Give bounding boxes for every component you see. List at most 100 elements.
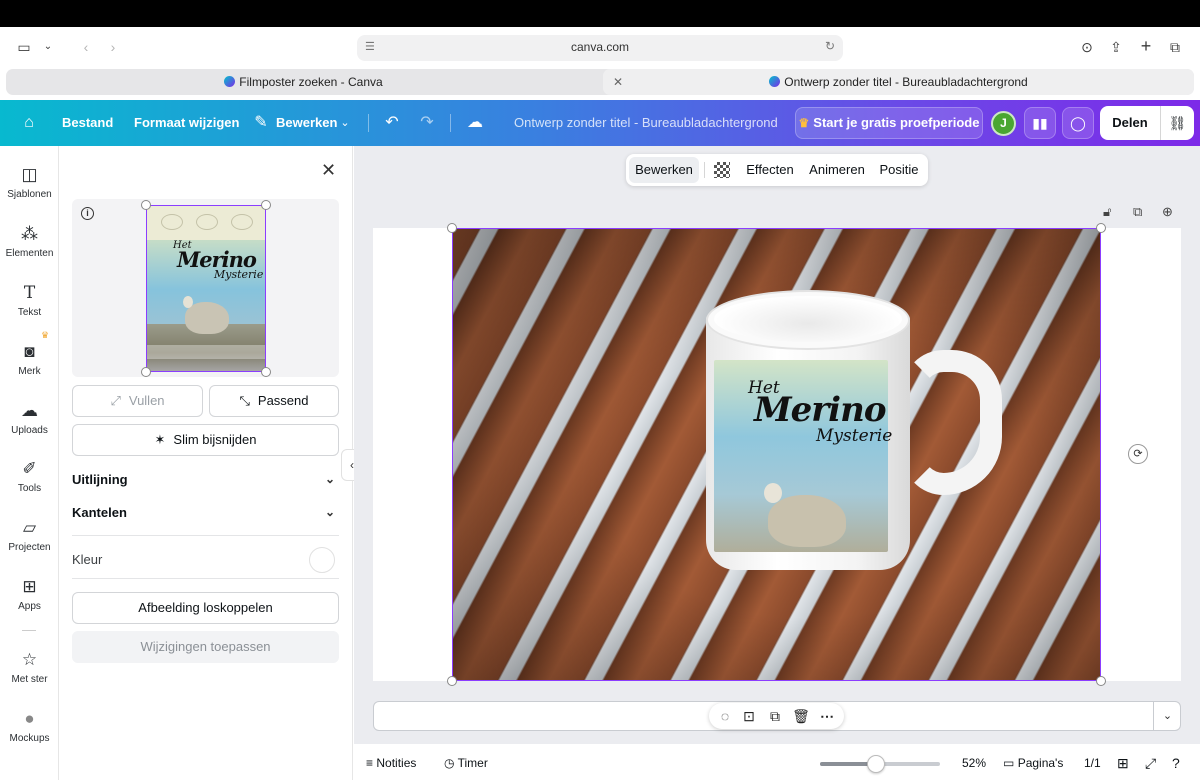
fit-button[interactable]: ⤡ Passend bbox=[209, 385, 339, 417]
apply-changes-button[interactable]: Wijzigingen toepassen bbox=[72, 631, 339, 663]
trash-icon[interactable]: 🗑︎ bbox=[789, 703, 813, 729]
detach-label: Afbeelding loskoppelen bbox=[138, 600, 273, 615]
rail-item-apps[interactable]: ⊞ Apps bbox=[0, 576, 59, 612]
mug-print-line2: Merino bbox=[754, 390, 886, 430]
rail-item-mockups[interactable]: ● Mockups bbox=[0, 708, 59, 744]
crop-handle[interactable] bbox=[141, 367, 151, 377]
tab-label: Filmposter zoeken - Canva bbox=[239, 75, 383, 89]
fullscreen-icon[interactable]: ⤢ bbox=[1145, 744, 1156, 780]
undo-icon[interactable]: ↶ bbox=[381, 112, 403, 134]
rail-item-brand[interactable]: ◙ Merk bbox=[0, 341, 59, 377]
zoom-slider-knob[interactable] bbox=[867, 755, 885, 773]
lock-icon[interactable]: 🔓︎ bbox=[1103, 204, 1111, 220]
redo-icon[interactable]: ↷ bbox=[416, 112, 438, 134]
rail-label: Tools bbox=[17, 483, 42, 494]
help-icon[interactable]: ? bbox=[1172, 744, 1180, 780]
rotate-icon[interactable]: ⟳ bbox=[1128, 444, 1148, 464]
tab-overview-icon[interactable]: ⧉ bbox=[1165, 37, 1185, 57]
design-title[interactable]: Ontwerp zonder titel - Bureaubladachterg… bbox=[514, 100, 778, 146]
analytics-button[interactable]: ▮▮ bbox=[1024, 107, 1056, 139]
rail-item-text[interactable]: T Tekst bbox=[0, 282, 59, 318]
rail-label: Projecten bbox=[8, 542, 51, 553]
chevron-down-icon[interactable]: ⌄ bbox=[38, 37, 58, 57]
selection-handle[interactable] bbox=[447, 223, 457, 233]
timer-button[interactable]: ◷ Timer bbox=[444, 744, 488, 780]
context-toolbar: Bewerken Effecten Animeren Positie bbox=[626, 154, 928, 186]
address-bar[interactable]: ☰ canva.com ↻ bbox=[357, 35, 843, 61]
close-tab-icon[interactable]: ✕ bbox=[613, 69, 623, 95]
reload-icon[interactable]: ↻ bbox=[825, 39, 835, 53]
chevron-down-icon[interactable]: ⌄ bbox=[334, 112, 356, 134]
link-icon[interactable]: ⛓ bbox=[1161, 106, 1194, 140]
transparency-icon[interactable] bbox=[714, 162, 730, 178]
edit-image-button[interactable]: Bewerken bbox=[629, 157, 699, 183]
new-tab-icon[interactable]: + bbox=[1136, 36, 1156, 56]
duplicate-icon[interactable]: ⧉ bbox=[1133, 204, 1142, 220]
add-comment-icon[interactable]: ◌ bbox=[713, 703, 737, 729]
grid-view-icon[interactable]: ⊞ bbox=[1117, 744, 1129, 780]
rail-label: Tekst bbox=[17, 307, 42, 318]
share-button-group: Delen ⛓ bbox=[1100, 106, 1194, 140]
zoom-slider[interactable] bbox=[820, 755, 940, 773]
sidebar-toggle-icon[interactable]: ▭ bbox=[14, 37, 34, 57]
browser-chrome: ▭ ⌄ ‹ › ☰ canva.com ↻ ⊙ ⇪ + ⧉ Filmposter… bbox=[0, 27, 1200, 100]
forward-icon[interactable]: › bbox=[103, 37, 123, 57]
magic-wand-icon: ✶ bbox=[154, 432, 166, 447]
alignment-section[interactable]: Uitlijning ⌄ bbox=[72, 463, 339, 496]
start-trial-button[interactable]: ♛ Start je gratis proefperiode bbox=[795, 107, 983, 139]
fill-button[interactable]: ⤢ Vullen bbox=[72, 385, 203, 417]
poster-thumbnail[interactable]: Het Merino Mysterie bbox=[146, 205, 266, 372]
close-icon[interactable]: ✕ bbox=[321, 160, 336, 181]
selection-handle[interactable] bbox=[447, 676, 457, 686]
color-swatch[interactable] bbox=[309, 547, 335, 573]
rail-item-starred[interactable]: ☆ Met ster bbox=[0, 649, 59, 685]
comments-button[interactable]: ◯ bbox=[1062, 107, 1094, 139]
avatar[interactable]: J bbox=[991, 111, 1016, 136]
timer-label: Timer bbox=[457, 756, 488, 770]
comment-icon: ◯ bbox=[1070, 115, 1086, 131]
tab-ontwerp[interactable]: ✕ Ontwerp zonder titel - Bureaubladachte… bbox=[603, 69, 1194, 95]
cloud-saved-icon[interactable]: ☁ bbox=[464, 112, 486, 134]
sheep-head bbox=[764, 483, 782, 503]
divider bbox=[704, 162, 705, 178]
zoom-value[interactable]: 52% bbox=[962, 744, 986, 780]
tab-filmposter[interactable]: Filmposter zoeken - Canva bbox=[6, 69, 601, 95]
notes-button[interactable]: ≡ Notities bbox=[366, 744, 416, 780]
animate-button[interactable]: Animeren bbox=[804, 154, 870, 186]
pages-button[interactable]: ▭ Pagina's bbox=[1003, 744, 1063, 780]
mug-inside bbox=[714, 296, 902, 342]
position-button[interactable]: Positie bbox=[874, 154, 924, 186]
alignment-label: Uitlijning bbox=[72, 472, 128, 487]
rail-item-uploads[interactable]: ☁ Uploads bbox=[0, 400, 59, 436]
more-icon[interactable]: ⋯ bbox=[815, 703, 839, 729]
resize-button[interactable]: Formaat wijzigen bbox=[134, 100, 239, 146]
edit-mode-button[interactable]: Bewerken bbox=[276, 100, 337, 146]
canva-favicon-icon bbox=[769, 76, 781, 87]
crop-handle[interactable] bbox=[261, 200, 271, 210]
tilt-section[interactable]: Kantelen ⌄ bbox=[72, 496, 339, 529]
rail-item-elements[interactable]: ⁂ Elementen bbox=[0, 223, 59, 259]
info-icon[interactable]: i bbox=[81, 207, 94, 220]
detach-image-button[interactable]: Afbeelding loskoppelen bbox=[72, 592, 339, 624]
smart-crop-button[interactable]: ✶ Slim bijsnijden bbox=[72, 424, 339, 456]
selection-handle[interactable] bbox=[1096, 676, 1106, 686]
lock-icon[interactable]: ⊡ bbox=[737, 703, 761, 729]
share-button[interactable]: Delen bbox=[1100, 106, 1160, 140]
effects-button[interactable]: Effecten bbox=[740, 154, 800, 186]
crop-handle[interactable] bbox=[261, 367, 271, 377]
duplicate-icon[interactable]: ⧉ bbox=[763, 703, 787, 729]
url-text: canva.com bbox=[570, 40, 630, 54]
share-icon[interactable]: ⇪ bbox=[1106, 37, 1126, 57]
rail-item-projects[interactable]: ▱ Projecten bbox=[0, 517, 59, 553]
expand-pages-button[interactable]: ⌄ bbox=[1153, 701, 1181, 731]
rail-item-templates[interactable]: ◫ Sjablonen bbox=[0, 164, 59, 200]
crop-handle[interactable] bbox=[141, 200, 151, 210]
tools-pen-icon: ✐ bbox=[22, 459, 37, 478]
add-page-icon[interactable]: ⊕ bbox=[1162, 204, 1173, 220]
download-icon[interactable]: ⊙ bbox=[1077, 37, 1097, 57]
rail-item-tools[interactable]: ✐ Tools bbox=[0, 458, 59, 494]
home-icon[interactable]: ⌂ bbox=[18, 112, 40, 134]
file-menu-button[interactable]: Bestand bbox=[62, 100, 113, 146]
selection-handle[interactable] bbox=[1096, 223, 1106, 233]
back-icon[interactable]: ‹ bbox=[76, 37, 96, 57]
